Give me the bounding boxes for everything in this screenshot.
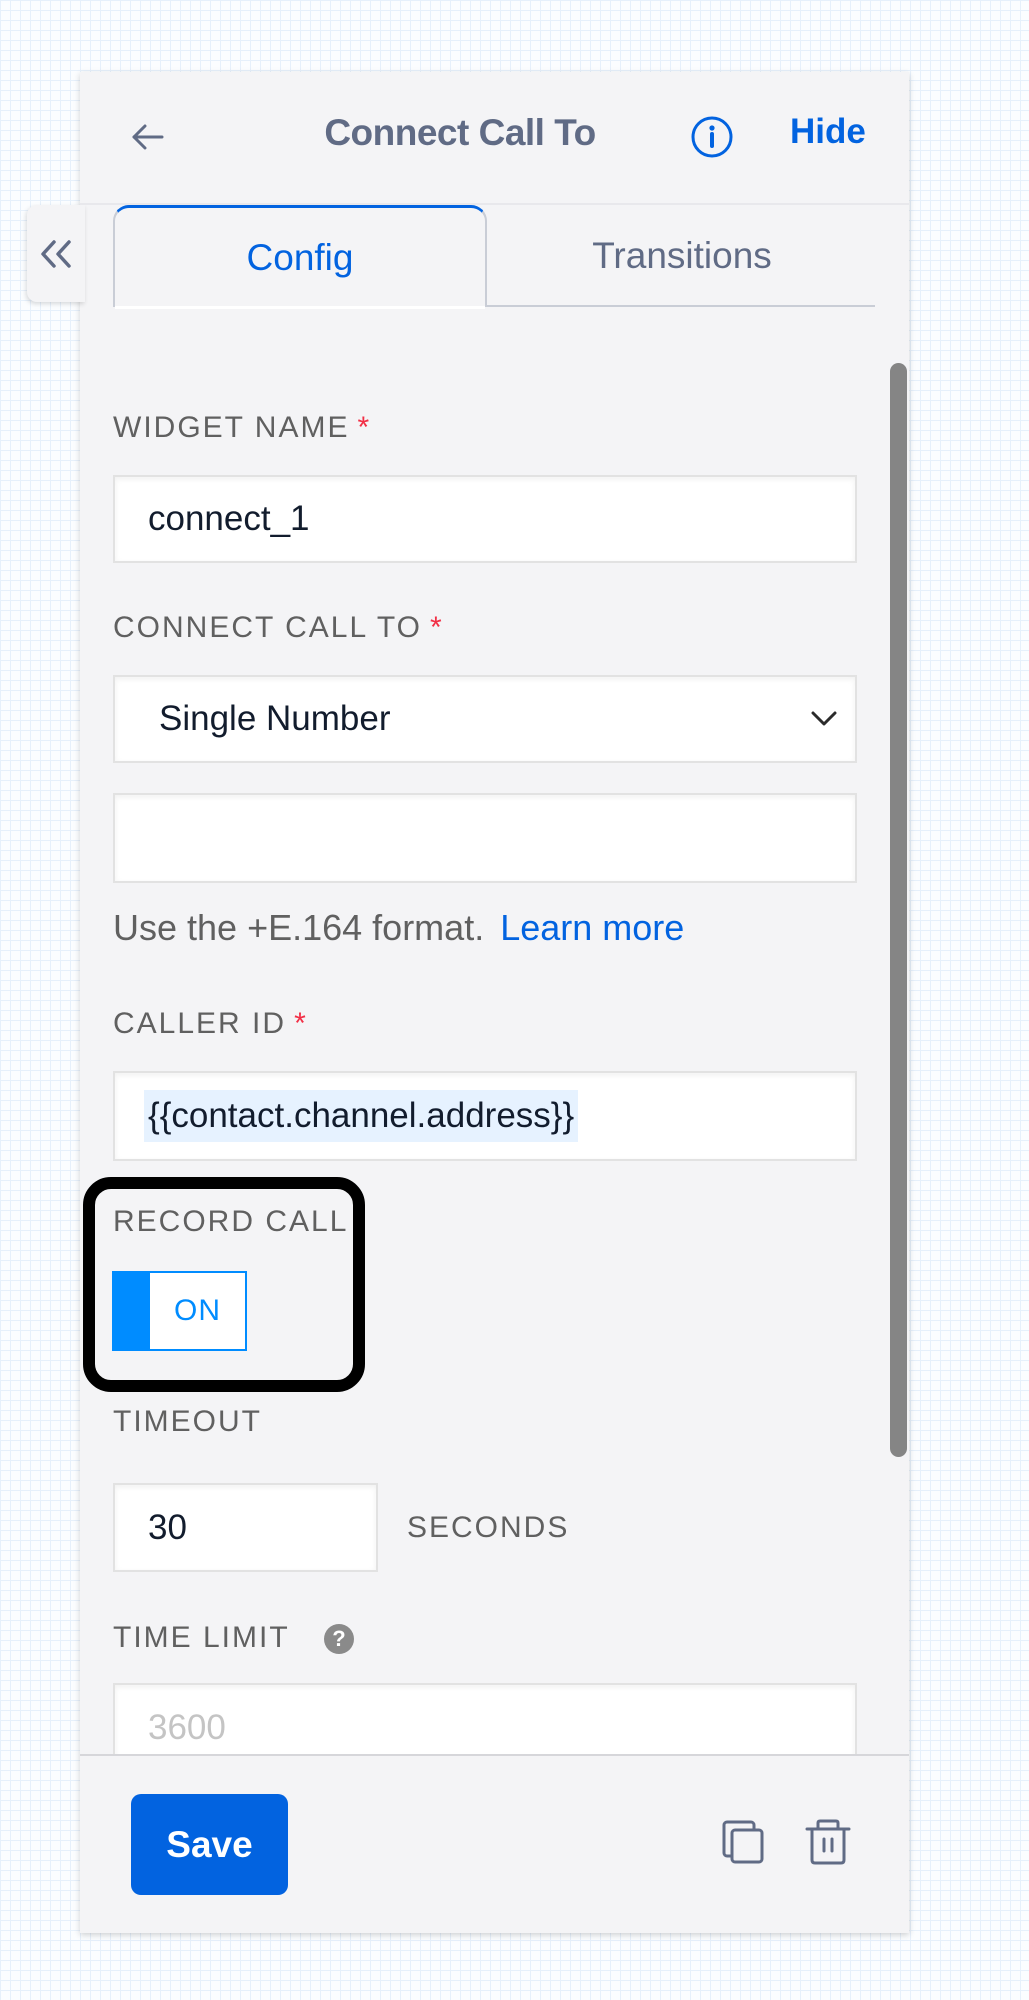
chevron-down-icon xyxy=(811,711,837,726)
timeout-label: TIMEOUT xyxy=(113,1405,262,1438)
connect-call-to-select[interactable]: Single Number xyxy=(113,675,857,763)
delete-button[interactable] xyxy=(805,1818,851,1866)
required-marker: * xyxy=(429,611,444,644)
learn-more-link[interactable]: Learn more xyxy=(500,907,684,948)
duplicate-button[interactable] xyxy=(720,1818,766,1866)
phone-number-input[interactable] xyxy=(113,793,857,883)
timeout-input[interactable]: 30 xyxy=(113,1483,378,1572)
trash-icon xyxy=(805,1819,851,1865)
connect-call-to-label: CONNECT CALL TO * xyxy=(113,611,444,645)
widget-name-label: WIDGET NAME * xyxy=(113,411,371,445)
widget-name-label-text: WIDGET NAME xyxy=(113,411,350,444)
tab-config[interactable]: Config xyxy=(113,205,487,309)
helper-text: Use the +E.164 format. xyxy=(113,907,485,948)
caller-id-label: CALLER ID * xyxy=(113,1007,308,1041)
back-button[interactable] xyxy=(128,115,168,159)
double-chevron-left-icon xyxy=(41,239,71,268)
caller-id-input[interactable]: {{contact.channel.address}} xyxy=(113,1071,857,1161)
caller-id-value: {{contact.channel.address}} xyxy=(144,1090,579,1142)
tab-transitions[interactable]: Transitions xyxy=(489,207,875,305)
question-circle-icon[interactable]: ? xyxy=(324,1624,354,1654)
panel-title: Connect Call To xyxy=(324,112,596,153)
widget-name-input[interactable]: connect_1 xyxy=(113,475,857,563)
config-form: WIDGET NAME * connect_1 CONNECT CALL TO * … xyxy=(80,307,909,1754)
form-scrollbar[interactable] xyxy=(890,363,907,1457)
hide-panel-link[interactable]: Hide xyxy=(790,112,866,152)
caller-id-label-text: CALLER ID xyxy=(113,1007,287,1040)
time-limit-input[interactable]: 3600 xyxy=(113,1683,857,1754)
required-marker: * xyxy=(357,411,372,444)
footer-divider xyxy=(80,1754,909,1756)
connect-call-to-label-text: CONNECT CALL TO xyxy=(113,611,422,644)
info-icon xyxy=(691,116,733,158)
phone-number-helper: Use the +E.164 format. Learn more xyxy=(113,907,684,949)
arrow-left-icon xyxy=(132,124,164,150)
save-button[interactable]: Save xyxy=(131,1794,288,1895)
timeout-unit-label: SECONDS xyxy=(407,1511,570,1544)
time-limit-label: TIME LIMIT xyxy=(113,1621,290,1654)
connect-call-to-selected-value: Single Number xyxy=(159,699,391,738)
copy-icon xyxy=(722,1820,764,1864)
info-button[interactable] xyxy=(690,115,734,159)
record-call-highlight xyxy=(83,1177,365,1392)
required-marker: * xyxy=(294,1007,308,1040)
collapse-panel-button[interactable] xyxy=(27,205,85,302)
